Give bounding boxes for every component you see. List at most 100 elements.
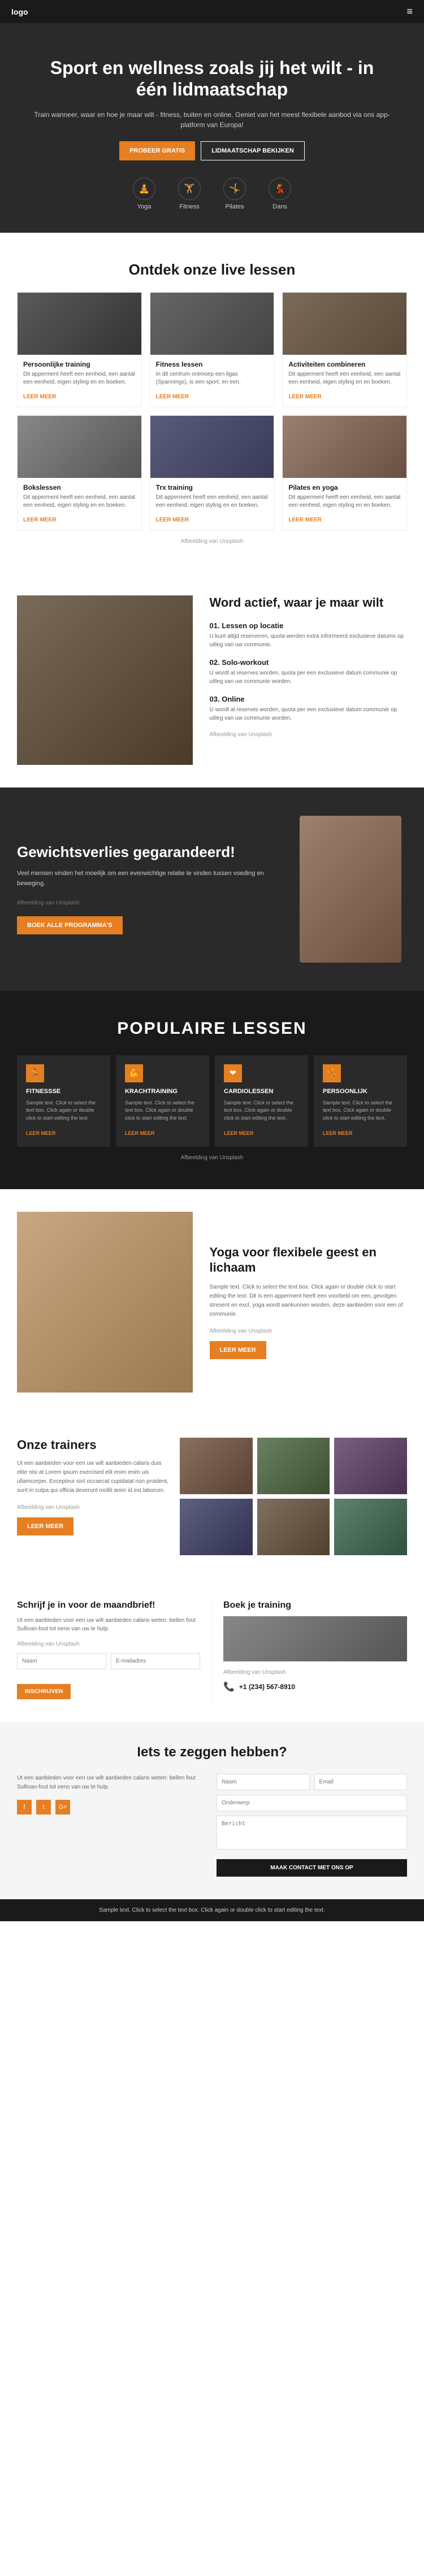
pop-leer-meer-4[interactable]: LEER MEER bbox=[323, 1130, 353, 1136]
card-image-2 bbox=[150, 293, 274, 355]
card-image-6 bbox=[283, 416, 406, 478]
pop-leer-meer-3[interactable]: LEER MEER bbox=[224, 1130, 254, 1136]
pop-card-title-4: PERSOONLIJK bbox=[323, 1088, 398, 1095]
schrijf-title: Schrijf je in voor de maandbrief! bbox=[17, 1600, 200, 1611]
leer-meer-2[interactable]: LEER MEER bbox=[156, 394, 189, 400]
pop-card-cardio: ❤ CARDIOLESSEN Sample text. Click to sel… bbox=[215, 1055, 308, 1147]
gewicht-title: Gewichtsverlies gegarandeerd! bbox=[17, 843, 277, 861]
card-persoonlijke: Persoonlijke training Dit apperment heef… bbox=[17, 292, 142, 407]
gewicht-desc: Veel mensen vinden het moeilijk om een e… bbox=[17, 869, 277, 889]
schrijf-desc: Ut een aanbieden voor een uw wilt aanbie… bbox=[17, 1616, 200, 1633]
card-trx: Trx training Dit apperment heeft een een… bbox=[150, 415, 275, 530]
menu-icon[interactable]: ≡ bbox=[406, 6, 413, 18]
card-pilates-yoga: Pilates en yoga Dit apperment heeft een … bbox=[282, 415, 407, 530]
pop-card-title-1: FITNESSSE bbox=[26, 1088, 101, 1095]
schrijf-inschrijven-button[interactable]: INSCHRIJVEN bbox=[17, 1684, 71, 1699]
ontdek-section: Ontdek onze live lessen Persoonlijke tra… bbox=[0, 233, 424, 573]
contact-subject-input[interactable] bbox=[217, 1795, 407, 1811]
actief-item-1-title: 01. Lessen op locatie bbox=[210, 621, 408, 630]
boek-phone: 📞 +1 (234) 567-8910 bbox=[223, 1681, 407, 1692]
fitness-label: Fitness bbox=[179, 203, 199, 210]
card-title-2: Fitness lessen bbox=[156, 360, 269, 368]
yoga-leer-meer-button[interactable]: LEER MEER bbox=[210, 1341, 266, 1359]
pop-card-desc-2: Sample text. Click to select the text bo… bbox=[125, 1099, 200, 1122]
leer-meer-5[interactable]: LEER MEER bbox=[156, 517, 189, 523]
schrijf-boek-section: Schrijf je in voor de maandbrief! Ut een… bbox=[0, 1578, 424, 1722]
schrijf-name-input[interactable] bbox=[17, 1653, 106, 1669]
trainer-image-1 bbox=[180, 1438, 253, 1494]
leer-meer-3[interactable]: LEER MEER bbox=[288, 394, 321, 400]
try-free-button[interactable]: PROBEER GRATIS bbox=[119, 141, 195, 160]
card-activiteiten: Activiteiten combineren Dit apperment he… bbox=[282, 292, 407, 407]
card-desc-6: Dit apperment heeft een eenheid, een aan… bbox=[288, 494, 401, 510]
hero-icon-fitness: 🏋 Fitness bbox=[178, 177, 201, 210]
schrijf-email-input[interactable] bbox=[111, 1653, 200, 1669]
trainers-right bbox=[180, 1438, 407, 1555]
pop-leer-meer-1[interactable]: LEER MEER bbox=[26, 1130, 56, 1136]
card-image-5 bbox=[150, 416, 274, 478]
logo: logo bbox=[11, 7, 28, 16]
contact-email-input[interactable] bbox=[314, 1774, 408, 1790]
social-icons: f t G+ bbox=[17, 1800, 207, 1814]
yoga-image bbox=[17, 1212, 193, 1393]
pop-card-desc-4: Sample text. Click to select the text bo… bbox=[323, 1099, 398, 1122]
boek-afbeelding: Afbeelding van Unsplash bbox=[223, 1669, 407, 1676]
contact-submit-button[interactable]: MAAK CONTACT MET ONS OP bbox=[217, 1859, 407, 1877]
card-desc-1: Dit apperment heeft een eenheid, een aan… bbox=[23, 371, 136, 386]
schrijf-subsection: Schrijf je in voor de maandbrief! Ut een… bbox=[17, 1600, 212, 1699]
trainer-image-5 bbox=[257, 1499, 330, 1555]
google-plus-icon[interactable]: G+ bbox=[55, 1800, 70, 1814]
actief-left bbox=[17, 595, 193, 765]
pop-leer-meer-2[interactable]: LEER MEER bbox=[125, 1130, 155, 1136]
card-title-1: Persoonlijke training bbox=[23, 360, 136, 368]
trainers-afbeelding: Afbeelding van Unsplash bbox=[17, 1504, 168, 1511]
hero-icon-yoga: 🧘 Yoga bbox=[133, 177, 155, 210]
contact-message-input[interactable] bbox=[217, 1816, 407, 1850]
actief-item-3-desc: U wordt al reserves worden, quota per ee… bbox=[210, 706, 408, 723]
footer-text: Sample text. Click to select the text bo… bbox=[99, 1907, 325, 1913]
boek-programmas-button[interactable]: BOEK ALLE PROGRAMMA'S bbox=[17, 916, 123, 934]
contact-right: MAAK CONTACT MET ONS OP bbox=[217, 1774, 407, 1877]
card-image-4 bbox=[18, 416, 141, 478]
trainers-desc: Ut een aanbieden voor een uw wilt aanbie… bbox=[17, 1459, 168, 1495]
populair-section: POPULAIRE LESSEN 🏃 FITNESSSE Sample text… bbox=[0, 991, 424, 1190]
leer-meer-4[interactable]: LEER MEER bbox=[23, 517, 56, 523]
yoga-afbeelding: Afbeelding van Unsplash bbox=[210, 1328, 408, 1334]
card-desc-4: Dit apperment heeft een eenheid, een aan… bbox=[23, 494, 136, 510]
card-image-1 bbox=[18, 293, 141, 355]
actief-item-2-desc: U wordt al reserves worden, quota per ee… bbox=[210, 669, 408, 686]
card-desc-3: Dit apperment heeft een eenheid, een aan… bbox=[288, 371, 401, 386]
hero-description: Train wanneer, waar en hoe je maar wilt … bbox=[34, 110, 390, 130]
footer: Sample text. Click to select the text bo… bbox=[0, 1899, 424, 1921]
cards-grid: Persoonlijke training Dit apperment heef… bbox=[17, 292, 407, 530]
fitness-icon: 🏋 bbox=[178, 177, 201, 200]
membership-button[interactable]: LIDMAATSCHAP BEKIJKEN bbox=[201, 141, 305, 160]
contact-title: Iets te zeggen hebben? bbox=[17, 1744, 407, 1760]
card-title-6: Pilates en yoga bbox=[288, 484, 401, 491]
actief-afbeelding: Afbeelding van Unsplash bbox=[210, 732, 408, 738]
gewicht-section: Gewichtsverlies gegarandeerd! Veel mense… bbox=[0, 787, 424, 991]
card-boks: Bokslessen Dit apperment heeft een eenhe… bbox=[17, 415, 142, 530]
trainers-leer-meer-button[interactable]: LEER MEER bbox=[17, 1517, 73, 1535]
twitter-icon[interactable]: t bbox=[36, 1800, 51, 1814]
contact-desc: Ut een aanbieden voor een uw wilt aanbie… bbox=[17, 1774, 207, 1792]
phone-icon: 📞 bbox=[223, 1681, 235, 1692]
gewicht-content: Gewichtsverlies gegarandeerd! Veel mense… bbox=[17, 843, 277, 934]
facebook-icon[interactable]: f bbox=[17, 1800, 32, 1814]
pop-card-title-3: CARDIOLESSEN bbox=[224, 1088, 299, 1095]
yoga-icon: 🧘 bbox=[133, 177, 155, 200]
schrijf-afbeelding: Afbeelding van Unsplash bbox=[17, 1641, 200, 1647]
leer-meer-6[interactable]: LEER MEER bbox=[288, 517, 321, 523]
gewicht-afbeelding: Afbeelding van Unsplash bbox=[17, 900, 277, 906]
actief-title: Word actief, waar je maar wilt bbox=[210, 595, 408, 610]
trainers-content: Onze trainers Ut een aanbieden voor een … bbox=[17, 1438, 407, 1555]
pilates-label: Pilates bbox=[225, 203, 244, 210]
card-body-3: Activiteiten combineren Dit apperment he… bbox=[283, 355, 406, 407]
boek-image bbox=[223, 1616, 407, 1661]
card-body-5: Trx training Dit apperment heeft een een… bbox=[150, 478, 274, 530]
contact-name-input[interactable] bbox=[217, 1774, 310, 1790]
leer-meer-1[interactable]: LEER MEER bbox=[23, 394, 56, 400]
actief-item-3-title: 03. Online bbox=[210, 695, 408, 703]
card-body-6: Pilates en yoga Dit apperment heeft een … bbox=[283, 478, 406, 530]
card-fitness: Fitness lessen In dit centrum ontmoep ee… bbox=[150, 292, 275, 407]
